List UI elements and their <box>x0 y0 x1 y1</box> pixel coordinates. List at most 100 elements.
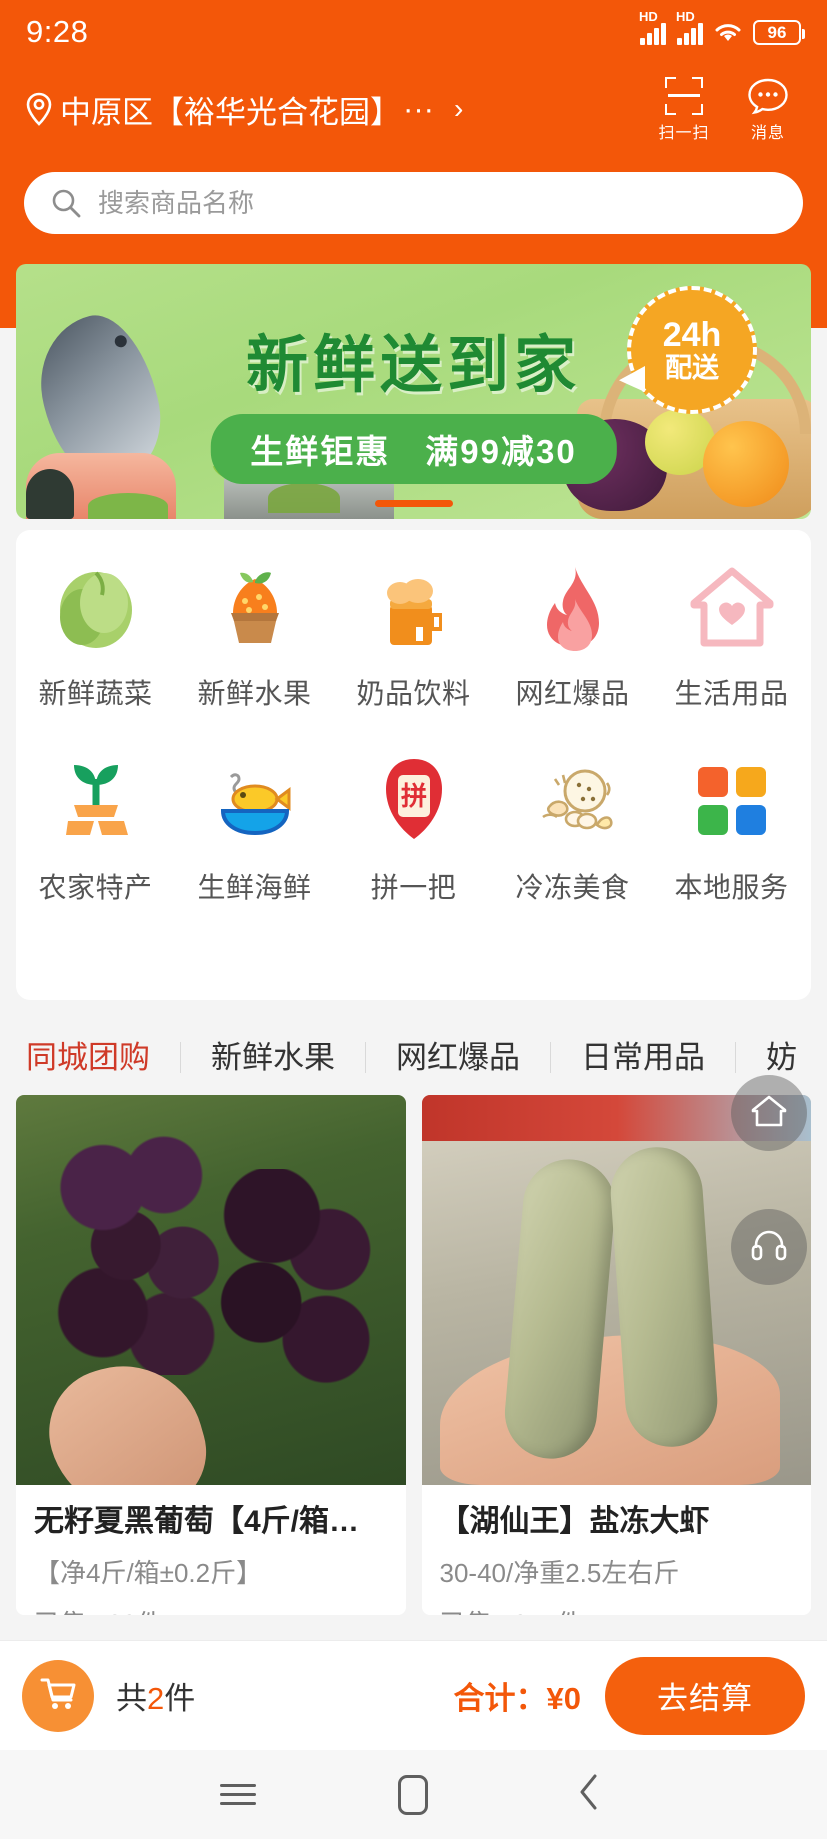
product-card[interactable]: 无籽夏黑葡萄【4斤/箱… 【净4斤/箱±0.2斤】 已售:190件 <box>16 1095 406 1615</box>
tab-fresh-fruit[interactable]: 新鲜水果 <box>181 1042 366 1073</box>
orange-image <box>703 421 789 507</box>
category-label: 奶品饮料 <box>356 672 470 712</box>
category-tab-bar[interactable]: 同城团购 新鲜水果 网红爆品 日常用品 妨 <box>0 1022 827 1092</box>
banner-indicator[interactable] <box>375 500 453 507</box>
search-bar[interactable] <box>24 172 803 234</box>
floating-action-buttons <box>731 1075 807 1343</box>
message-icon <box>747 75 789 117</box>
category-row-2: 农家特产 生鲜海鲜 <box>16 746 811 906</box>
tab-partial[interactable]: 妨 <box>736 1042 827 1073</box>
category-item-daily-goods[interactable]: 生活用品 <box>652 552 811 712</box>
product-list: 无籽夏黑葡萄【4斤/箱… 【净4斤/箱±0.2斤】 已售:190件 【湖仙王】盐… <box>16 1095 811 1615</box>
status-bar: 9:28 HD HD 96 <box>0 0 827 64</box>
location-pin-icon <box>24 92 54 126</box>
product-subtitle: 30-40/净重2.5左右斤 <box>440 1553 794 1590</box>
cart-count-suffix: 件 <box>164 1681 195 1716</box>
category-item-farm-specialty[interactable]: 农家特产 <box>16 746 175 906</box>
category-item-seafood[interactable]: 生鲜海鲜 <box>175 746 334 906</box>
hand-image <box>440 1335 780 1485</box>
cart-button[interactable] <box>22 1660 94 1732</box>
scan-icon <box>665 75 703 117</box>
location-chevron-right-icon: › <box>454 93 463 125</box>
banner-promo-pill: 生鲜钜惠 满99减30 <box>210 414 616 484</box>
search-input[interactable] <box>98 188 777 219</box>
home-fab-button[interactable] <box>731 1075 807 1151</box>
grid-apps-icon <box>679 746 785 852</box>
beer-mug-icon <box>361 552 467 658</box>
home-square-icon <box>398 1775 428 1815</box>
cart-bar: 共2件 合计：¥0 去结算 <box>0 1640 827 1750</box>
category-item-fresh-fruit[interactable]: 新鲜水果 <box>175 552 334 712</box>
tab-tongcheng-tuangou[interactable]: 同城团购 <box>0 1042 181 1073</box>
scan-label: 扫一扫 <box>658 119 709 143</box>
back-chevron-icon <box>574 1770 604 1819</box>
signal-hd-2-icon: HD <box>676 19 703 45</box>
home-button[interactable] <box>381 1763 445 1827</box>
category-item-hot-products[interactable]: 网红爆品 <box>493 552 652 712</box>
back-button[interactable] <box>557 1763 621 1827</box>
status-icons: HD HD 96 <box>639 19 801 45</box>
category-grid: 新鲜蔬菜 新鲜水果 <box>16 530 811 1000</box>
tab-hot-products[interactable]: 网红爆品 <box>366 1042 551 1073</box>
category-item-group-buy[interactable]: 拼 拼一把 <box>334 746 493 906</box>
sushi-image <box>26 453 176 519</box>
header-actions: 扫一扫 消息 <box>655 75 803 143</box>
category-label: 冷冻美食 <box>515 866 629 906</box>
signal-hd-1-icon: HD <box>639 19 666 45</box>
promo-banner[interactable]: 新鲜送到家 24h 配送 生鲜钜惠 满99减30 <box>16 264 811 519</box>
product-info: 无籽夏黑葡萄【4斤/箱… 【净4斤/箱±0.2斤】 已售:190件 <box>16 1485 406 1615</box>
header-bar: 中原区【裕华光合花园】 ··· › 扫一扫 <box>0 70 827 148</box>
app-screen: 9:28 HD HD 96 <box>0 0 827 1839</box>
product-sold-count: 已售:190件 <box>34 1604 388 1616</box>
battery-icon: 96 <box>753 20 801 45</box>
delivery-badge: 24h 配送 <box>627 286 757 414</box>
category-item-dairy-drinks[interactable]: 奶品饮料 <box>334 552 493 712</box>
product-image <box>16 1095 406 1485</box>
category-row-1: 新鲜蔬菜 新鲜水果 <box>16 552 811 712</box>
customer-service-fab-button[interactable] <box>731 1209 807 1285</box>
cart-count: 共2件 <box>116 1673 195 1718</box>
battery-level: 96 <box>768 24 787 41</box>
product-title: 无籽夏黑葡萄【4斤/箱… <box>34 1503 388 1541</box>
home-icon <box>748 1090 790 1137</box>
category-label: 新鲜蔬菜 <box>38 672 152 712</box>
message-label: 消息 <box>751 119 785 143</box>
tab-daily-goods[interactable]: 日常用品 <box>551 1042 736 1073</box>
headset-icon <box>748 1224 790 1271</box>
message-button[interactable]: 消息 <box>739 75 797 143</box>
fruit-basket-icon <box>202 552 308 658</box>
category-label: 生鲜海鲜 <box>197 866 311 906</box>
hand-image <box>34 1347 220 1485</box>
badge-line-2: 配送 <box>665 354 719 382</box>
cart-icon <box>37 1672 79 1719</box>
search-icon <box>50 187 82 219</box>
category-item-fresh-vegetables[interactable]: 新鲜蔬菜 <box>16 552 175 712</box>
badge-line-1: 24h <box>663 318 722 354</box>
product-info: 【湖仙王】盐冻大虾 30-40/净重2.5左右斤 已售:1041件 <box>422 1485 812 1615</box>
svg-text:拼: 拼 <box>400 781 426 811</box>
category-item-frozen-food[interactable]: 冷冻美食 <box>493 746 652 906</box>
category-label: 拼一把 <box>371 866 457 906</box>
flame-icon <box>520 552 626 658</box>
location-selector[interactable]: 中原区【裕华光合花园】 ··· › <box>24 87 463 132</box>
product-title: 【湖仙王】盐冻大虾 <box>440 1503 794 1541</box>
cart-total: 合计：¥0 <box>454 1673 581 1718</box>
category-item-local-service[interactable]: 本地服务 <box>652 746 811 906</box>
recents-button[interactable] <box>206 1763 270 1827</box>
category-label: 农家特产 <box>38 866 152 906</box>
frozen-food-icon <box>520 746 626 852</box>
status-time: 9:28 <box>26 14 88 50</box>
house-heart-icon <box>679 552 785 658</box>
location-text: 中原区【裕华光合花园】 <box>60 87 401 132</box>
cart-count-number: 2 <box>147 1681 164 1716</box>
sprout-icon <box>43 746 149 852</box>
wifi-icon <box>713 20 743 44</box>
scan-button[interactable]: 扫一扫 <box>655 75 713 143</box>
cart-count-prefix: 共 <box>116 1681 147 1716</box>
product-sold-count: 已售:1041件 <box>440 1604 794 1616</box>
category-label: 本地服务 <box>674 866 788 906</box>
product-subtitle: 【净4斤/箱±0.2斤】 <box>34 1553 388 1590</box>
android-nav-bar <box>0 1750 827 1839</box>
category-label: 网红爆品 <box>515 672 629 712</box>
checkout-button[interactable]: 去结算 <box>605 1657 805 1735</box>
